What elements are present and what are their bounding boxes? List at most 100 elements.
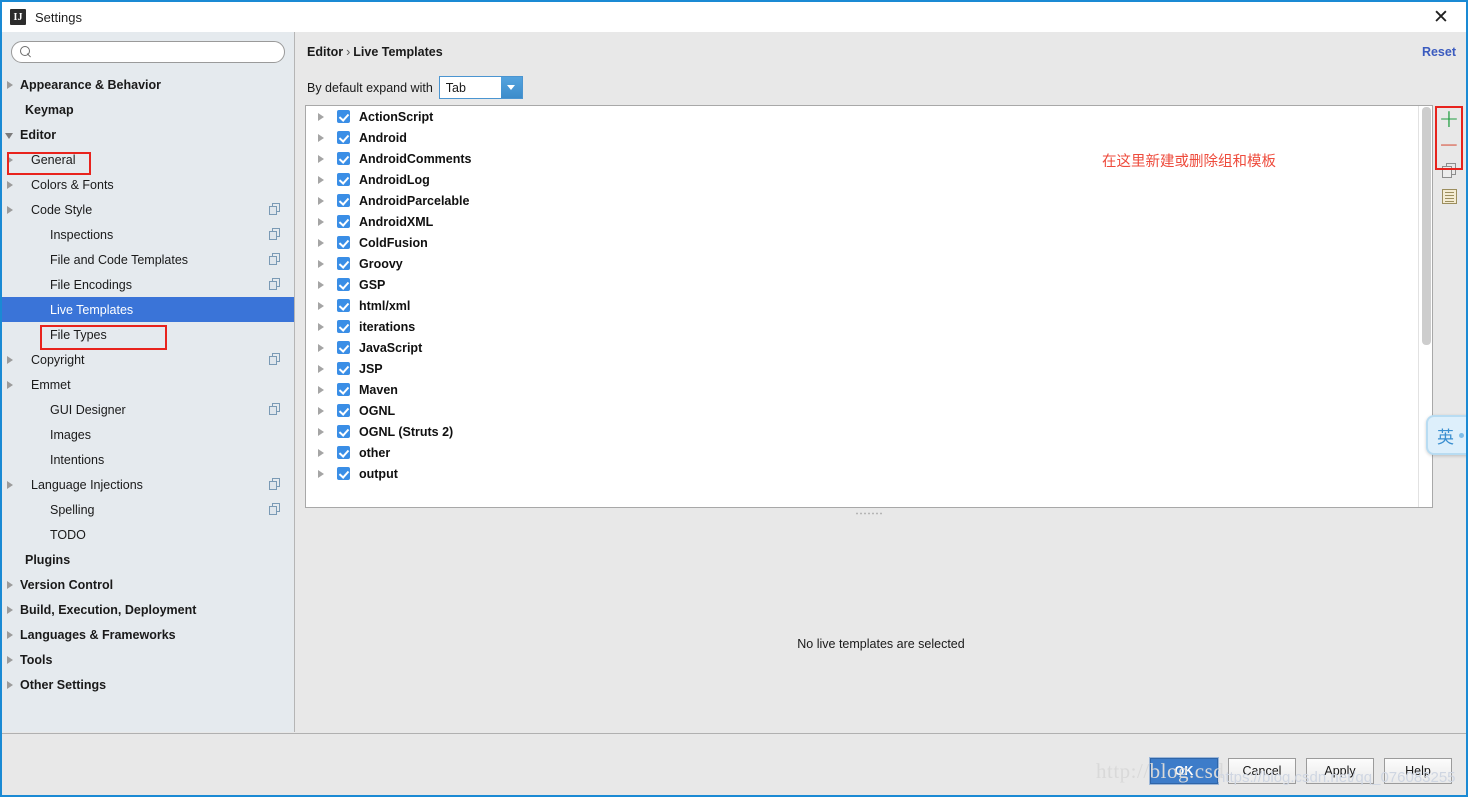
template-group-row[interactable]: AndroidXML bbox=[306, 211, 1418, 232]
chevron-right-icon[interactable] bbox=[316, 406, 326, 416]
template-group-checkbox[interactable] bbox=[337, 257, 350, 270]
chevron-right-icon[interactable] bbox=[5, 155, 15, 165]
chevron-right-icon[interactable] bbox=[316, 301, 326, 311]
template-group-row[interactable]: OGNL bbox=[306, 400, 1418, 421]
template-group-checkbox[interactable] bbox=[337, 152, 350, 165]
cancel-button[interactable]: Cancel bbox=[1228, 758, 1296, 784]
sidebar-item-file-encodings[interactable]: File Encodings bbox=[2, 272, 294, 297]
template-group-row[interactable]: html/xml bbox=[306, 295, 1418, 316]
template-settings-button[interactable] bbox=[1436, 183, 1462, 209]
sidebar-item-language-injections[interactable]: Language Injections bbox=[2, 472, 294, 497]
template-group-row[interactable]: OGNL (Struts 2) bbox=[306, 421, 1418, 442]
template-group-row[interactable]: Maven bbox=[306, 379, 1418, 400]
sidebar-item-file-and-code-templates[interactable]: File and Code Templates bbox=[2, 247, 294, 272]
sidebar-item-emmet[interactable]: Emmet bbox=[2, 372, 294, 397]
template-group-checkbox[interactable] bbox=[337, 215, 350, 228]
template-group-checkbox[interactable] bbox=[337, 362, 350, 375]
duplicate-template-button[interactable] bbox=[1436, 157, 1462, 183]
sidebar-item-build-execution-deployment[interactable]: Build, Execution, Deployment bbox=[2, 597, 294, 622]
template-group-checkbox[interactable] bbox=[337, 194, 350, 207]
template-group-row[interactable]: JSP bbox=[306, 358, 1418, 379]
chevron-right-icon[interactable] bbox=[316, 217, 326, 227]
chevron-right-icon[interactable] bbox=[5, 205, 15, 215]
template-group-row[interactable]: output bbox=[306, 463, 1418, 484]
sidebar-item-colors-fonts[interactable]: Colors & Fonts bbox=[2, 172, 294, 197]
template-group-row[interactable]: AndroidParcelable bbox=[306, 190, 1418, 211]
template-group-checkbox[interactable] bbox=[337, 383, 350, 396]
chevron-right-icon[interactable] bbox=[316, 133, 326, 143]
template-group-row[interactable]: AndroidLog bbox=[306, 169, 1418, 190]
chevron-right-icon[interactable] bbox=[316, 364, 326, 374]
sidebar-item-copyright[interactable]: Copyright bbox=[2, 347, 294, 372]
splitter-grip[interactable] bbox=[855, 512, 883, 515]
template-group-row[interactable]: JavaScript bbox=[306, 337, 1418, 358]
template-group-checkbox[interactable] bbox=[337, 236, 350, 249]
chevron-right-icon[interactable] bbox=[5, 630, 15, 640]
chevron-right-icon[interactable] bbox=[5, 380, 15, 390]
template-group-checkbox[interactable] bbox=[337, 425, 350, 438]
template-group-row[interactable]: Android bbox=[306, 127, 1418, 148]
template-group-checkbox[interactable] bbox=[337, 278, 350, 291]
sidebar-item-spelling[interactable]: Spelling bbox=[2, 497, 294, 522]
add-template-button[interactable]: + bbox=[1436, 105, 1462, 131]
chevron-right-icon[interactable] bbox=[316, 259, 326, 269]
chevron-right-icon[interactable] bbox=[316, 385, 326, 395]
template-group-checkbox[interactable] bbox=[337, 341, 350, 354]
template-group-checkbox[interactable] bbox=[337, 320, 350, 333]
chevron-right-icon[interactable] bbox=[5, 680, 15, 690]
chevron-right-icon[interactable] bbox=[5, 180, 15, 190]
ok-button[interactable]: OK bbox=[1150, 758, 1218, 784]
remove-template-button[interactable]: − bbox=[1436, 131, 1462, 157]
chevron-down-icon[interactable] bbox=[500, 77, 522, 98]
chevron-right-icon[interactable] bbox=[316, 469, 326, 479]
sidebar-item-keymap[interactable]: Keymap bbox=[2, 97, 294, 122]
sidebar-item-inspections[interactable]: Inspections bbox=[2, 222, 294, 247]
chevron-right-icon[interactable] bbox=[5, 355, 15, 365]
chevron-right-icon[interactable] bbox=[316, 448, 326, 458]
sidebar-item-gui-designer[interactable]: GUI Designer bbox=[2, 397, 294, 422]
close-icon[interactable]: ✕ bbox=[1424, 5, 1458, 29]
search-box[interactable] bbox=[11, 41, 285, 63]
chevron-right-icon[interactable] bbox=[316, 196, 326, 206]
chevron-right-icon[interactable] bbox=[5, 480, 15, 490]
ime-indicator[interactable]: 英 bbox=[1426, 415, 1466, 455]
sidebar-item-editor[interactable]: Editor bbox=[2, 122, 294, 147]
chevron-right-icon[interactable] bbox=[316, 154, 326, 164]
list-scrollbar-thumb[interactable] bbox=[1422, 107, 1431, 345]
sidebar-item-intentions[interactable]: Intentions bbox=[2, 447, 294, 472]
chevron-right-icon[interactable] bbox=[316, 322, 326, 332]
chevron-right-icon[interactable] bbox=[5, 605, 15, 615]
sidebar-item-live-templates[interactable]: Live Templates bbox=[2, 297, 294, 322]
template-group-checkbox[interactable] bbox=[337, 404, 350, 417]
chevron-right-icon[interactable] bbox=[5, 580, 15, 590]
chevron-right-icon[interactable] bbox=[316, 427, 326, 437]
chevron-right-icon[interactable] bbox=[316, 175, 326, 185]
sidebar-item-tools[interactable]: Tools bbox=[2, 647, 294, 672]
chevron-right-icon[interactable] bbox=[316, 280, 326, 290]
template-group-checkbox[interactable] bbox=[337, 110, 350, 123]
search-input[interactable] bbox=[38, 43, 284, 61]
template-group-row[interactable]: other bbox=[306, 442, 1418, 463]
sidebar-item-plugins[interactable]: Plugins bbox=[2, 547, 294, 572]
expand-with-select[interactable]: Tab bbox=[438, 76, 523, 99]
sidebar-item-images[interactable]: Images bbox=[2, 422, 294, 447]
template-group-checkbox[interactable] bbox=[337, 467, 350, 480]
template-group-row[interactable]: Groovy bbox=[306, 253, 1418, 274]
chevron-right-icon[interactable] bbox=[316, 343, 326, 353]
sidebar-item-languages-frameworks[interactable]: Languages & Frameworks bbox=[2, 622, 294, 647]
chevron-right-icon[interactable] bbox=[5, 655, 15, 665]
apply-button[interactable]: Apply bbox=[1306, 758, 1374, 784]
sidebar-item-todo[interactable]: TODO bbox=[2, 522, 294, 547]
reset-link[interactable]: Reset bbox=[1422, 45, 1456, 59]
chevron-down-icon[interactable] bbox=[5, 130, 15, 140]
breadcrumb-root[interactable]: Editor bbox=[307, 45, 343, 59]
chevron-right-icon[interactable] bbox=[316, 238, 326, 248]
sidebar-item-general[interactable]: General bbox=[2, 147, 294, 172]
sidebar-item-code-style[interactable]: Code Style bbox=[2, 197, 294, 222]
template-group-checkbox[interactable] bbox=[337, 173, 350, 186]
template-group-checkbox[interactable] bbox=[337, 131, 350, 144]
sidebar-item-appearance-behavior[interactable]: Appearance & Behavior bbox=[2, 72, 294, 97]
sidebar-item-other-settings[interactable]: Other Settings bbox=[2, 672, 294, 697]
template-group-row[interactable]: iterations bbox=[306, 316, 1418, 337]
template-group-row[interactable]: GSP bbox=[306, 274, 1418, 295]
